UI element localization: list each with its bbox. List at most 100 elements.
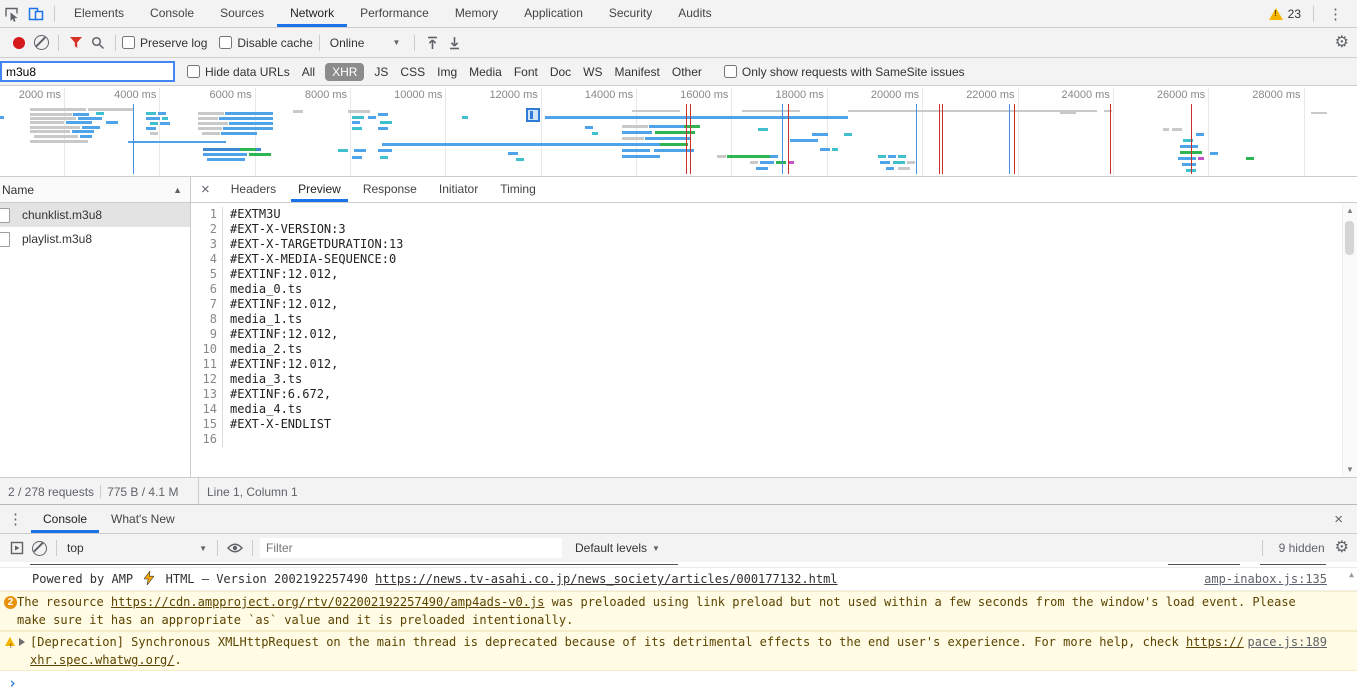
waterfall-bar bbox=[368, 116, 376, 119]
clear-button[interactable] bbox=[30, 32, 52, 54]
message-text: HTML – Version 2002192257490 bbox=[165, 572, 368, 586]
line-number: 11 bbox=[191, 357, 223, 372]
record-button[interactable] bbox=[8, 32, 30, 54]
console-scroll-up-icon[interactable]: ▲ bbox=[1349, 570, 1354, 579]
type-filter-manifest[interactable]: Manifest bbox=[615, 65, 660, 79]
hide-data-urls-checkbox[interactable] bbox=[187, 65, 200, 78]
waterfall-bar bbox=[73, 113, 89, 116]
message-url-link[interactable]: https://cdn.ampproject.org/rtv/022002192… bbox=[111, 595, 544, 609]
type-filter-xhr[interactable]: XHR bbox=[325, 62, 365, 81]
chevron-down-icon: ▼ bbox=[652, 543, 660, 553]
divider bbox=[100, 485, 102, 498]
network-filter-input[interactable] bbox=[0, 61, 175, 82]
preview-content[interactable]: 1 #EXTM3U 2 #EXT-X-VERSION:3 3 #EXT-X-TARGETD… bbox=[191, 203, 1343, 477]
log-levels-select[interactable]: Default levels ▼ bbox=[575, 541, 660, 555]
type-filter-font[interactable]: Font bbox=[514, 65, 538, 79]
waterfall-bar bbox=[462, 116, 468, 119]
name-column-header[interactable]: Name ▲ bbox=[0, 177, 190, 203]
console-sidebar-toggle-icon[interactable] bbox=[6, 537, 28, 559]
console-message-amp: amp-inabox.js:135 Powered by AMP HTML – … bbox=[0, 568, 1357, 591]
grid-line bbox=[159, 88, 161, 176]
type-filter-media[interactable]: Media bbox=[469, 65, 502, 79]
request-row-playlist-m3u8[interactable]: playlist.m3u8 bbox=[0, 227, 190, 251]
preview-scrollbar[interactable]: ▲ ▼ bbox=[1342, 203, 1357, 477]
prompt-chevron-icon: › bbox=[8, 674, 18, 692]
scrollbar-thumb[interactable] bbox=[1345, 221, 1354, 255]
network-settings-gear-icon[interactable]: ⚙ bbox=[1335, 34, 1349, 51]
line-content: #EXTINF:12.012, bbox=[230, 297, 339, 311]
scroll-down-icon[interactable]: ▼ bbox=[1343, 465, 1357, 474]
samesite-checkbox[interactable] bbox=[723, 65, 737, 78]
execution-context-select[interactable]: top ▼ bbox=[67, 541, 207, 555]
inspect-element-icon[interactable] bbox=[0, 0, 24, 27]
detail-tab-headers[interactable]: Headers bbox=[220, 177, 287, 202]
tab-memory[interactable]: Memory bbox=[442, 0, 511, 27]
import-har-icon[interactable] bbox=[421, 32, 443, 54]
expand-arrow-icon[interactable] bbox=[19, 638, 25, 646]
console-settings-gear-icon[interactable]: ⚙ bbox=[1335, 540, 1349, 556]
console-prompt[interactable]: › bbox=[0, 671, 1357, 692]
type-filter-other[interactable]: Other bbox=[672, 65, 702, 79]
load-event-line bbox=[939, 104, 940, 174]
line-number: 4 bbox=[191, 252, 223, 267]
name-header-label: Name bbox=[2, 182, 35, 197]
ruler-tick-label: 20000 ms bbox=[870, 89, 920, 101]
tab-sources[interactable]: Sources bbox=[207, 0, 277, 27]
detail-tab-timing[interactable]: Timing bbox=[489, 177, 547, 202]
warning-badge-icon[interactable] bbox=[1268, 7, 1283, 20]
detail-tab-preview[interactable]: Preview bbox=[287, 177, 352, 202]
message-url-link[interactable]: https://news.tv-asahi.co.jp/news_society… bbox=[375, 572, 837, 586]
request-row-chunklist-m3u8[interactable]: chunklist.m3u8 bbox=[0, 203, 190, 227]
detail-tab-response[interactable]: Response bbox=[352, 177, 428, 202]
type-filter-all[interactable]: All bbox=[302, 65, 315, 79]
more-options-icon[interactable]: ⋮ bbox=[1320, 5, 1351, 23]
tab-audits[interactable]: Audits bbox=[665, 0, 724, 27]
export-har-icon[interactable] bbox=[443, 32, 465, 54]
message-source-link[interactable]: amp-inabox.js:135 bbox=[1204, 568, 1327, 590]
waterfall-bar bbox=[72, 130, 94, 133]
tab-console[interactable]: Console bbox=[137, 0, 207, 27]
warning-count[interactable]: 23 bbox=[1288, 7, 1301, 21]
filter-toggle-icon[interactable] bbox=[65, 32, 87, 54]
network-overview-waterfall[interactable]: 2000 ms 4000 ms 6000 ms 8000 ms 10000 ms 1200… bbox=[0, 86, 1357, 177]
type-filter-img[interactable]: Img bbox=[437, 65, 457, 79]
device-toolbar-icon[interactable] bbox=[24, 0, 48, 27]
preserve-log-checkbox[interactable] bbox=[122, 36, 135, 49]
search-icon[interactable] bbox=[87, 32, 109, 54]
clear-console-icon[interactable] bbox=[28, 537, 50, 559]
waterfall-bar bbox=[378, 149, 392, 152]
type-filter-doc[interactable]: Doc bbox=[550, 65, 571, 79]
console-filter-input[interactable] bbox=[259, 537, 563, 559]
selected-range-marker[interactable] bbox=[526, 108, 540, 122]
message-source-link[interactable]: pace.js:189 bbox=[1248, 633, 1327, 651]
console-drawer-header: ⋮ Console What's New × bbox=[0, 505, 1357, 534]
console-tab-what-s-new[interactable]: What's New bbox=[99, 505, 187, 533]
console-tab-console[interactable]: Console bbox=[31, 505, 100, 533]
console-messages[interactable]: amp-inabox.js:135 Powered by AMP HTML – … bbox=[0, 562, 1357, 692]
drawer-menu-icon[interactable]: ⋮ bbox=[0, 510, 31, 528]
live-expression-eye-icon[interactable] bbox=[224, 537, 246, 559]
waterfall-bar bbox=[622, 131, 652, 134]
tab-application[interactable]: Application bbox=[511, 0, 596, 27]
throttling-select[interactable]: Online bbox=[330, 36, 365, 50]
detail-tab-initiator[interactable]: Initiator bbox=[428, 177, 489, 202]
tab-security[interactable]: Security bbox=[596, 0, 665, 27]
scroll-up-icon[interactable]: ▲ bbox=[1343, 206, 1357, 215]
hidden-messages-count[interactable]: 9 hidden bbox=[1279, 541, 1325, 555]
type-filter-css[interactable]: CSS bbox=[400, 65, 425, 79]
repeat-count-badge: 2 bbox=[4, 596, 17, 609]
line-content: #EXTINF:12.012, bbox=[230, 267, 339, 281]
ruler-tick-label: 2000 ms bbox=[18, 89, 61, 101]
waterfall-bar bbox=[30, 117, 76, 120]
chevron-down-icon[interactable]: ▼ bbox=[392, 38, 400, 47]
tab-elements[interactable]: Elements bbox=[61, 0, 137, 27]
tab-performance[interactable]: Performance bbox=[347, 0, 442, 27]
close-drawer-icon[interactable]: × bbox=[1324, 511, 1353, 528]
waterfall-bar bbox=[888, 155, 896, 158]
disable-cache-checkbox[interactable] bbox=[219, 36, 233, 49]
type-filter-ws[interactable]: WS bbox=[583, 65, 602, 79]
code-line: 16 bbox=[191, 432, 1343, 447]
tab-network[interactable]: Network bbox=[277, 0, 348, 27]
type-filter-js[interactable]: JS bbox=[374, 65, 388, 79]
close-detail-icon[interactable]: × bbox=[191, 181, 220, 198]
